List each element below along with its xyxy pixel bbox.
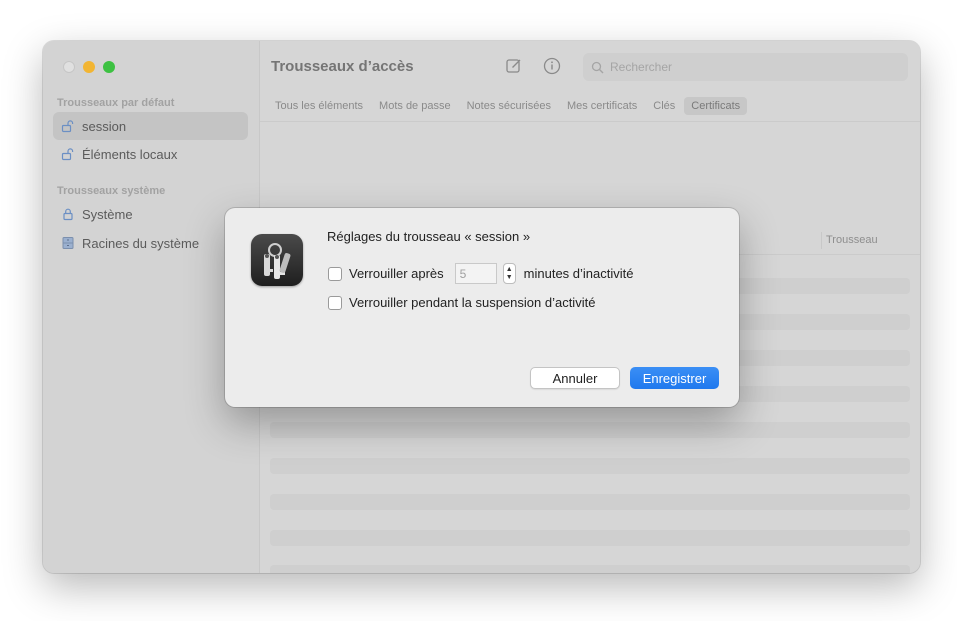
- sidebar-item-system-roots[interactable]: Racines du système: [53, 229, 248, 257]
- lock-after-checkbox[interactable]: [328, 266, 342, 281]
- sidebar-item-label: Racines du système: [82, 235, 200, 251]
- minutes-suffix-label: minutes d’inactivité: [523, 266, 634, 281]
- lock-after-row: Verrouiller après 5 ▲ ▼ minutes d’inacti…: [328, 263, 633, 284]
- list-row[interactable]: [270, 565, 910, 573]
- tab-certificates[interactable]: Certificats: [684, 97, 748, 115]
- tab-my-certificates[interactable]: Mes certificats: [560, 97, 644, 115]
- sidebar-item-local-items[interactable]: Éléments locaux: [53, 140, 248, 168]
- chevron-down-icon: ▼: [505, 273, 513, 281]
- minutes-input[interactable]: 5: [454, 263, 497, 284]
- dialog-title: Réglages du trousseau « session »: [327, 229, 531, 244]
- search-placeholder: Rechercher: [610, 60, 673, 74]
- list-row[interactable]: [270, 530, 910, 546]
- sidebar-item-label: Système: [82, 206, 133, 222]
- save-button[interactable]: Enregistrer: [630, 367, 719, 389]
- window-title: Trousseaux d’accès: [271, 58, 414, 75]
- unlock-icon: [60, 118, 76, 134]
- tab-secure-notes[interactable]: Notes sécurisées: [460, 97, 558, 115]
- traffic-lights: [63, 61, 115, 73]
- sidebar-item-label: Éléments locaux: [82, 146, 178, 162]
- lock-sleep-row: Verrouiller pendant la suspension d’acti…: [328, 295, 595, 310]
- lock-sleep-checkbox[interactable]: [328, 295, 342, 310]
- keychain-settings-dialog: Réglages du trousseau « session » Verrou…: [225, 208, 739, 407]
- category-tabs: Tous les éléments Mots de passe Notes sé…: [268, 97, 748, 115]
- new-item-icon[interactable]: [505, 57, 523, 75]
- close-window-button[interactable]: [63, 61, 75, 73]
- info-icon[interactable]: [543, 57, 561, 75]
- keychain-access-app-icon: [251, 234, 303, 286]
- sidebar-item-label: session: [82, 118, 127, 134]
- column-separator: [821, 232, 822, 249]
- zoom-window-button[interactable]: [103, 61, 115, 73]
- list-row[interactable]: [270, 494, 910, 510]
- search-field[interactable]: Rechercher: [583, 53, 908, 81]
- minutes-stepper[interactable]: ▲ ▼: [502, 263, 516, 284]
- tab-keys[interactable]: Clés: [646, 97, 682, 115]
- search-icon: [591, 61, 604, 74]
- chevron-up-icon: ▲: [505, 265, 513, 273]
- toolbar-divider: [260, 121, 920, 122]
- lock-sleep-label: Verrouiller pendant la suspension d’acti…: [349, 295, 596, 310]
- list-row[interactable]: [270, 458, 910, 474]
- sidebar-item-system[interactable]: Système: [53, 200, 248, 228]
- list-row[interactable]: [270, 422, 910, 438]
- sidebar-section-default: Trousseaux par défaut: [57, 97, 175, 109]
- unlock-icon: [60, 146, 76, 162]
- tab-passwords[interactable]: Mots de passe: [372, 97, 458, 115]
- column-header-keychain[interactable]: Trousseau: [826, 234, 878, 246]
- cabinet-icon: [60, 235, 76, 251]
- sidebar-section-system: Trousseaux système: [57, 185, 166, 197]
- lock-icon: [60, 206, 76, 222]
- lock-after-label: Verrouiller après: [349, 266, 444, 281]
- sidebar-item-session[interactable]: session: [53, 112, 248, 140]
- minimize-window-button[interactable]: [83, 61, 95, 73]
- cancel-button[interactable]: Annuler: [530, 367, 620, 389]
- tab-all-items[interactable]: Tous les éléments: [268, 97, 370, 115]
